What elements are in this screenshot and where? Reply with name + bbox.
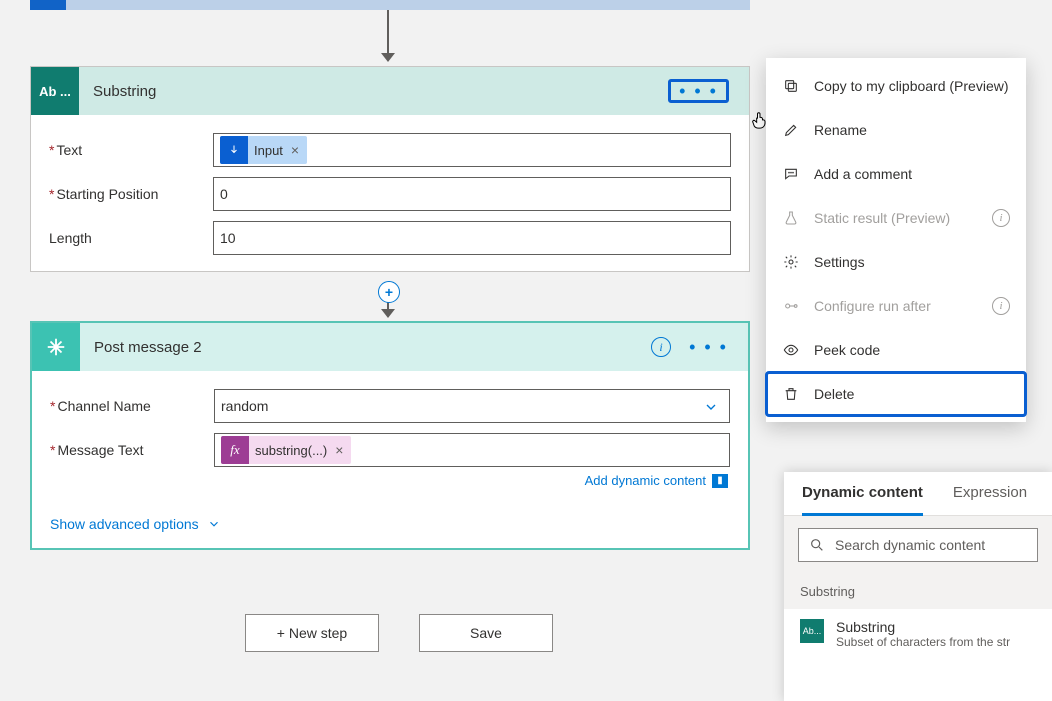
menu-rename[interactable]: Rename [766, 108, 1026, 152]
token-label: Input [248, 143, 289, 158]
show-advanced-options-link[interactable]: Show advanced options [50, 516, 730, 532]
info-icon[interactable]: i [651, 337, 671, 357]
menu-settings[interactable]: Settings [766, 240, 1026, 284]
dc-item-subtitle: Subset of characters from the str [836, 635, 1010, 649]
channel-name-select[interactable] [214, 389, 730, 423]
token-label: substring(...) [249, 443, 333, 458]
card-header[interactable]: Post message 2 i • • • [32, 323, 748, 371]
message-text-input[interactable]: fx substring(...) × [214, 433, 730, 467]
dynamic-content-icon: ▮ [712, 474, 728, 488]
menu-configure-run-after: Configure run after i [766, 284, 1026, 328]
new-step-button[interactable]: + New step [245, 614, 379, 652]
menu-copy-clipboard[interactable]: Copy to my clipboard (Preview) [766, 64, 1026, 108]
dc-group-label: Substring [784, 574, 1052, 609]
slack-action-icon [32, 323, 80, 371]
save-button[interactable]: Save [419, 614, 553, 652]
length-input[interactable] [213, 221, 731, 255]
add-dynamic-content-link[interactable]: Add dynamic content ▮ [585, 473, 728, 488]
field-label: *Starting Position [49, 186, 213, 202]
action-card-substring: Ab ... Substring • • • *Text Input × [30, 66, 750, 272]
menu-peek-code[interactable]: Peek code [766, 328, 1026, 372]
menu-static-result: Static result (Preview) i [766, 196, 1026, 240]
footer-actions: + New step Save [245, 614, 553, 652]
dynamic-content-panel: Dynamic content Expression Search dynami… [784, 472, 1052, 701]
card-title: Substring [79, 83, 668, 100]
previous-step-icon [30, 0, 66, 10]
card-title: Post message 2 [80, 339, 651, 356]
tab-dynamic-content[interactable]: Dynamic content [802, 484, 923, 516]
field-label: *Message Text [50, 442, 214, 458]
starting-position-input[interactable] [213, 177, 731, 211]
flow-designer-canvas: Ab ... Substring • • • *Text Input × [0, 0, 1052, 701]
search-icon [809, 537, 825, 553]
gear-icon [782, 254, 800, 270]
dc-item-title: Substring [836, 619, 1010, 635]
field-label: *Text [49, 142, 213, 158]
substring-action-icon: Ab... [800, 619, 824, 643]
card-header[interactable]: Ab ... Substring • • • [31, 67, 749, 115]
field-label: Length [49, 230, 213, 246]
tab-expression[interactable]: Expression [953, 484, 1027, 515]
copy-icon [782, 78, 800, 94]
remove-token-button[interactable]: × [333, 442, 351, 458]
substring-action-icon: Ab ... [31, 67, 79, 115]
eye-icon [782, 342, 800, 358]
comment-icon [782, 166, 800, 182]
info-icon: i [992, 297, 1010, 315]
remove-token-button[interactable]: × [289, 142, 307, 158]
more-actions-button[interactable]: • • • [689, 341, 728, 353]
run-after-icon [782, 298, 800, 314]
chevron-down-icon [703, 399, 719, 415]
menu-add-comment[interactable]: Add a comment [766, 152, 1026, 196]
variable-icon [220, 136, 248, 164]
field-label: *Channel Name [50, 398, 214, 414]
search-placeholder: Search dynamic content [835, 537, 985, 553]
insert-step-button[interactable]: + [378, 281, 400, 303]
connector-arrow-icon [387, 10, 389, 60]
dc-item-substring[interactable]: Ab... Substring Subset of characters fro… [784, 609, 1052, 659]
previous-step-header-fragment [30, 0, 750, 10]
text-input[interactable]: Input × [213, 133, 731, 167]
fx-icon: fx [221, 436, 249, 464]
chevron-down-icon [207, 517, 221, 531]
action-card-post-message: Post message 2 i • • • *Channel Name *Me… [30, 321, 750, 550]
more-actions-button[interactable]: • • • [668, 79, 729, 103]
dynamic-token-input[interactable]: Input × [220, 136, 307, 164]
info-icon: i [992, 209, 1010, 227]
trash-icon [782, 386, 800, 402]
action-context-menu: Copy to my clipboard (Preview) Rename Ad… [766, 58, 1026, 422]
dc-tabs: Dynamic content Expression [784, 472, 1052, 516]
search-dynamic-content-input[interactable]: Search dynamic content [798, 528, 1038, 562]
menu-delete[interactable]: Delete [766, 372, 1026, 416]
flask-icon [782, 210, 800, 226]
pencil-icon [782, 122, 800, 138]
expression-token[interactable]: fx substring(...) × [221, 436, 351, 464]
